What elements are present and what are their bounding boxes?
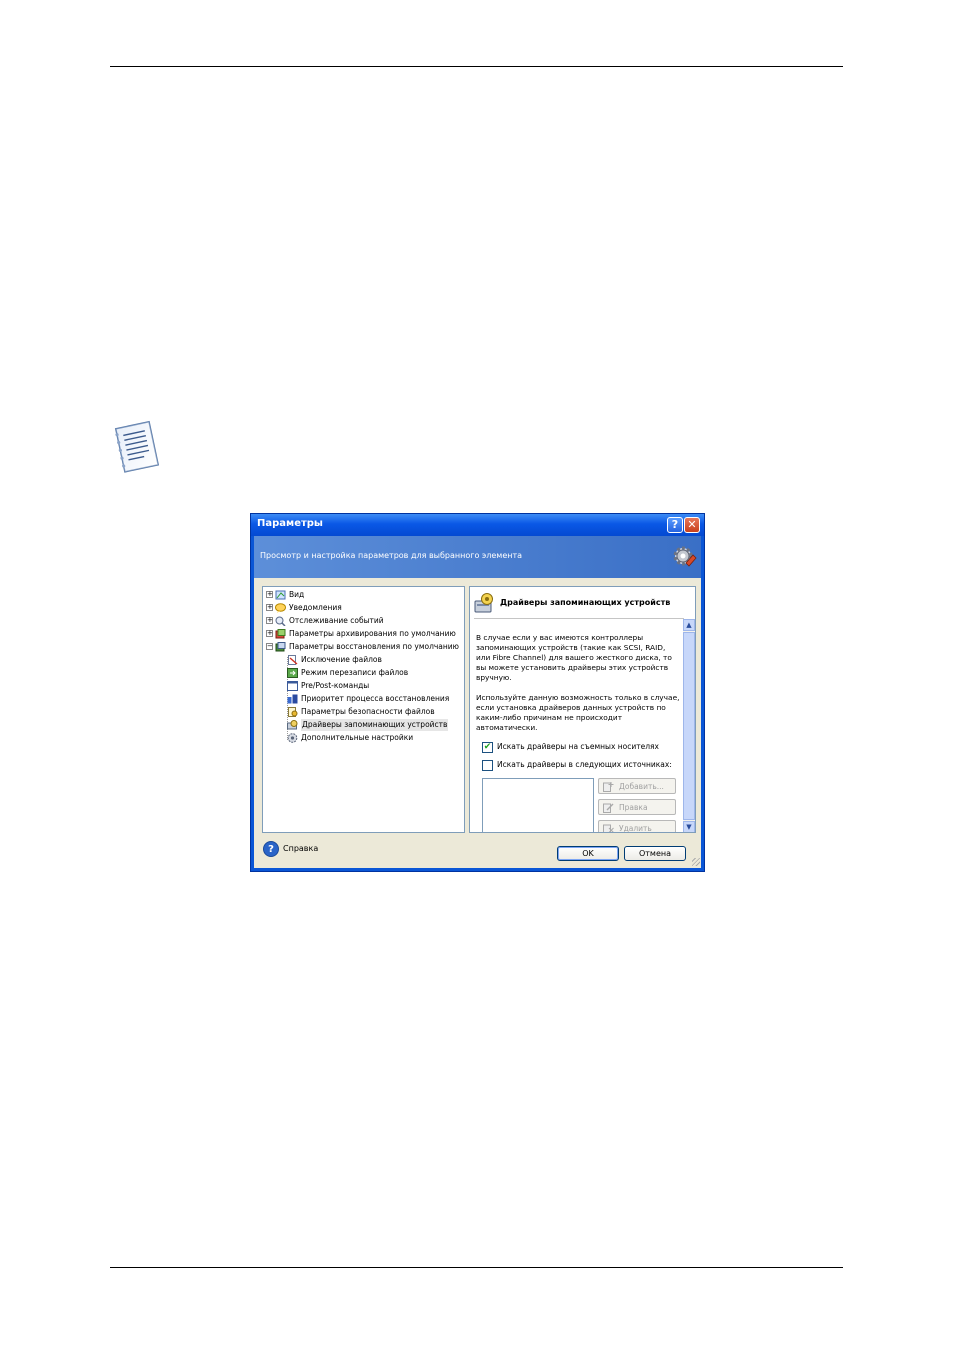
remove-button-label: Удалить <box>619 824 652 833</box>
tree-item-label: Приоритет процесса восстановления <box>301 694 450 703</box>
banner-text: Просмотр и настройка параметров для выбр… <box>260 551 523 560</box>
ok-button[interactable]: OK <box>557 846 619 861</box>
priority-icon <box>287 694 298 704</box>
tree-item-label: Вид <box>289 590 305 599</box>
tree-expander[interactable]: − <box>266 643 273 650</box>
tree-item-label: Параметры безопасности файлов <box>301 707 435 716</box>
edit-icon <box>603 803 614 813</box>
file-security-icon <box>288 707 298 717</box>
storage-drivers-icon <box>287 720 298 730</box>
tree-expander[interactable]: + <box>266 604 273 611</box>
help-icon: ? <box>263 841 279 857</box>
tree-item-label: Pre/Post-команды <box>301 681 370 690</box>
help-label: Справка <box>283 844 319 853</box>
edit-button[interactable]: Правка <box>598 799 676 815</box>
dialog-title-bar[interactable]: Параметры ? ✕ <box>251 514 704 536</box>
footer-rule <box>110 1267 843 1268</box>
options-dialog: Параметры ? ✕ Просмотр и настройка парам… <box>250 513 705 872</box>
overwrite-mode-icon <box>287 668 298 678</box>
add-button-label: Добавить... <box>619 782 664 791</box>
description-paragraph: Используйте данную возможность только в … <box>476 693 680 732</box>
description-paragraph: В случае если у вас имеются контроллеры … <box>476 633 672 682</box>
tree-item-label: Параметры архивирования по умолчанию <box>289 629 456 638</box>
remove-icon <box>603 824 614 832</box>
options-tree[interactable]: + Вид + Уведомления + Отслеживание событ… <box>262 586 465 833</box>
tree-expander[interactable]: + <box>266 617 273 624</box>
help-link[interactable]: ? Справка <box>263 840 323 858</box>
sources-checkbox[interactable] <box>482 760 493 771</box>
tree-item-label: Исключение файлов <box>301 655 382 664</box>
remove-button[interactable]: Удалить <box>598 820 676 833</box>
backup-defaults-icon <box>275 629 286 639</box>
tree-expander[interactable]: + <box>266 630 273 637</box>
view-icon <box>275 590 286 600</box>
tree-item-label: Драйверы запоминающих устройств <box>301 719 449 731</box>
dialog-banner: Просмотр и настройка параметров для выбр… <box>254 536 701 578</box>
title-help-button[interactable]: ? <box>667 517 683 533</box>
gear-icon <box>673 546 697 567</box>
dialog-client-area: + Вид + Уведомления + Отслеживание событ… <box>254 578 701 868</box>
storage-drivers-icon <box>474 593 493 613</box>
resize-grip[interactable] <box>692 858 700 866</box>
edit-button-label: Правка <box>619 803 648 812</box>
tree-expander[interactable]: + <box>266 591 273 598</box>
panel-title: Драйверы запоминающих устройств <box>500 598 671 607</box>
cancel-button[interactable]: Отмена <box>624 846 686 861</box>
file-exclusion-icon <box>288 655 298 665</box>
tree-item-label: Режим перезаписи файлов <box>301 668 409 677</box>
removable-media-label[interactable]: Искать драйверы на съемных носителях <box>497 742 659 751</box>
note-icon <box>114 420 160 473</box>
tree-item-label: Отслеживание событий <box>289 616 384 625</box>
settings-icon <box>287 733 298 743</box>
tree-item-label: Дополнительные настройки <box>301 733 414 742</box>
removable-media-checkbox[interactable]: ✔ <box>482 742 493 753</box>
notifications-icon <box>275 603 286 613</box>
scroll-thumb[interactable] <box>683 632 695 820</box>
commands-icon <box>287 681 298 691</box>
header-rule <box>110 66 843 67</box>
restore-defaults-icon <box>275 642 286 652</box>
event-tracking-icon <box>275 616 286 626</box>
sources-list[interactable] <box>482 778 594 832</box>
dialog-title: Параметры <box>257 518 323 529</box>
panel-scrollbar[interactable]: ▲ ▼ <box>683 619 695 832</box>
details-panel: Драйверы запоминающих устройств В случае… <box>469 586 696 833</box>
title-close-button[interactable]: ✕ <box>684 517 700 533</box>
scroll-up-icon[interactable]: ▲ <box>683 619 695 631</box>
add-icon <box>603 782 614 792</box>
panel-divider <box>474 618 684 619</box>
tree-item-label: Уведомления <box>289 603 342 612</box>
sources-label[interactable]: Искать драйверы в следующих источниках: <box>497 760 672 769</box>
add-button[interactable]: Добавить... <box>598 778 676 794</box>
tree-item-label: Параметры восстановления по умолчанию <box>289 642 459 651</box>
scroll-down-icon[interactable]: ▼ <box>683 821 695 832</box>
